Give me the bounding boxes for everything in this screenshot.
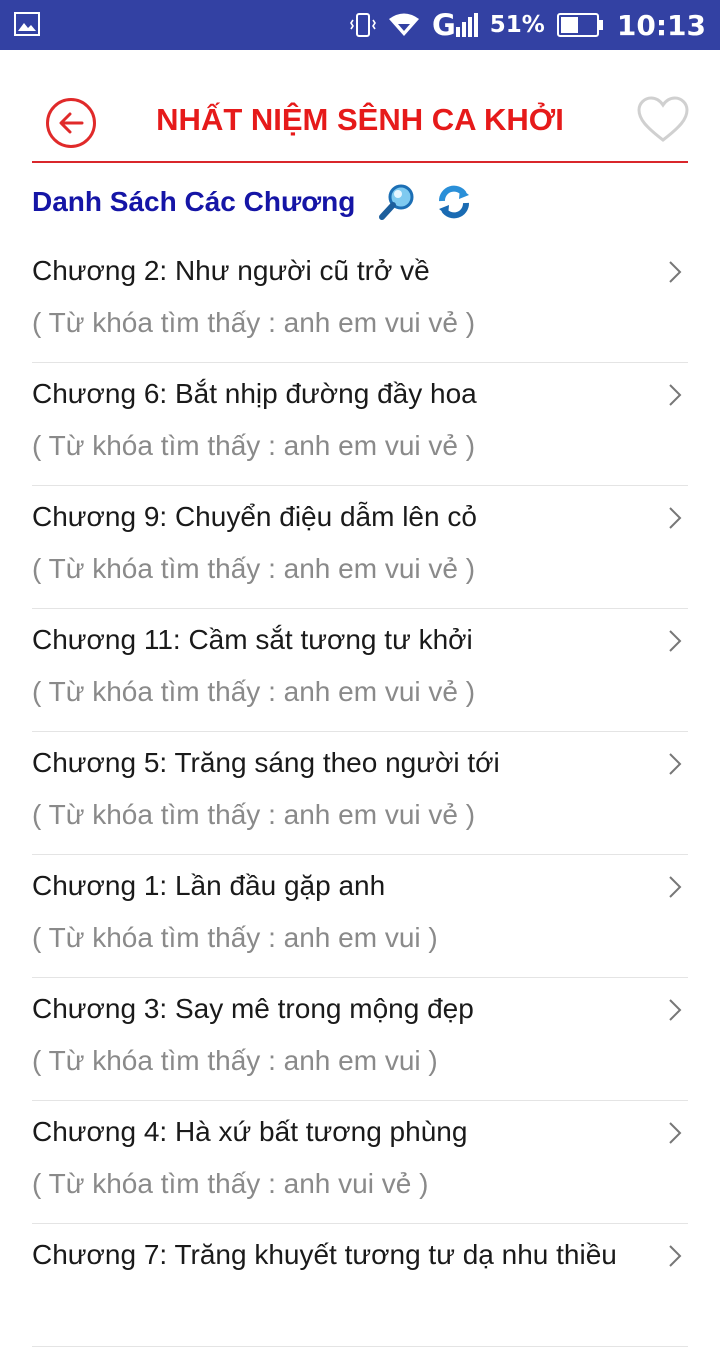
chapter-list-item[interactable]: Chương 11: Cầm sắt tương tư khởi ( Từ khó…: [32, 609, 688, 732]
chapter-list-item[interactable]: Chương 7: Trăng khuyết tương tư dạ nhu t…: [32, 1224, 688, 1347]
chapter-keyword: ( Từ khóa tìm thấy : anh em vui vẻ ): [32, 799, 476, 830]
network-type-label: G: [431, 8, 456, 42]
clock: 10:13: [616, 8, 706, 42]
chevron-right-icon: [669, 261, 682, 283]
chapter-title: Chương 1: Lần đầu gặp anh: [32, 870, 386, 901]
favorite-heart-icon[interactable]: [636, 96, 690, 144]
chapter-keyword: ( Từ khóa tìm thấy : anh em vui vẻ ): [32, 307, 476, 338]
chapter-list-item[interactable]: Chương 6: Bắt nhịp đường đầy hoa ( Từ khó…: [32, 363, 688, 486]
vibrate-icon: [350, 13, 376, 37]
chevron-right-icon: [669, 1122, 682, 1144]
magnifier-icon[interactable]: [377, 182, 417, 222]
signal-strength-icon: [455, 13, 478, 37]
chevron-right-icon: [669, 384, 682, 406]
chapter-keyword: ( Từ khóa tìm thấy : anh em vui vẻ ): [32, 430, 476, 461]
chapter-keyword: ( Từ khóa tìm thấy : anh em vui vẻ ): [32, 676, 476, 707]
status-bar: G 51% 10:13: [0, 0, 720, 50]
chapter-title: Chương 5: Trăng sáng theo người tới: [32, 747, 500, 778]
chapter-keyword: ( Từ khóa tìm thấy : anh vui vẻ ): [32, 1168, 429, 1199]
app-header: NHẤT NIỆM SÊNH CA KHỞI: [0, 50, 720, 164]
chapter-title: Chương 3: Say mê trong mộng đẹp: [32, 993, 474, 1024]
chapter-list-item[interactable]: Chương 9: Chuyển điệu dẫm lên cỏ ( Từ khó…: [32, 486, 688, 609]
image-notification-icon: [14, 12, 40, 36]
chapter-list-item[interactable]: Chương 2: Như người cũ trở về ( Từ khóa t…: [32, 240, 688, 363]
battery-icon: [556, 13, 603, 37]
battery-level-fill: [560, 17, 578, 33]
header-divider: [32, 161, 688, 163]
chapter-title: Chương 2: Như người cũ trở về: [32, 255, 430, 286]
chevron-right-icon: [669, 999, 682, 1021]
wifi-icon: [388, 13, 419, 36]
chapter-title: Chương 4: Hà xứ bất tương phùng: [32, 1116, 468, 1147]
chapter-list-item[interactable]: Chương 4: Hà xứ bất tương phùng ( Từ khóa…: [32, 1101, 688, 1224]
chapter-title: Chương 7: Trăng khuyết tương tư dạ nhu t…: [32, 1239, 617, 1270]
chevron-right-icon: [669, 876, 682, 898]
back-button[interactable]: [46, 98, 96, 148]
chapter-title: Chương 9: Chuyển điệu dẫm lên cỏ: [32, 501, 477, 532]
chevron-right-icon: [669, 630, 682, 652]
chapter-list-item[interactable]: Chương 1: Lần đầu gặp anh ( Từ khóa tìm t…: [32, 855, 688, 978]
chevron-right-icon: [669, 507, 682, 529]
section-header: Danh Sách Các Chương: [32, 176, 473, 228]
chapter-title: Chương 11: Cầm sắt tương tư khởi: [32, 624, 473, 655]
chapter-keyword: ( Từ khóa tìm thấy : anh em vui ): [32, 922, 438, 953]
chapter-keyword: ( Từ khóa tìm thấy : anh em vui ): [32, 1045, 438, 1076]
chapter-list-item[interactable]: Chương 5: Trăng sáng theo người tới ( Từ …: [32, 732, 688, 855]
chevron-right-icon: [669, 753, 682, 775]
chapter-list-item[interactable]: Chương 3: Say mê trong mộng đẹp ( Từ khóa…: [32, 978, 688, 1101]
battery-percent: 51%: [489, 12, 545, 38]
section-title: Danh Sách Các Chương: [32, 186, 356, 217]
refresh-icon[interactable]: [435, 183, 473, 221]
chevron-right-icon: [669, 1245, 682, 1267]
page-title: NHẤT NIỆM SÊNH CA KHỞI: [156, 102, 564, 137]
arrow-left-circle-icon: [59, 112, 84, 134]
chapter-title: Chương 6: Bắt nhịp đường đầy hoa: [32, 378, 477, 409]
chapter-list: Chương 2: Như người cũ trở về ( Từ khóa t…: [32, 240, 688, 1347]
chapter-keyword: ( Từ khóa tìm thấy : anh em vui vẻ ): [32, 553, 476, 584]
